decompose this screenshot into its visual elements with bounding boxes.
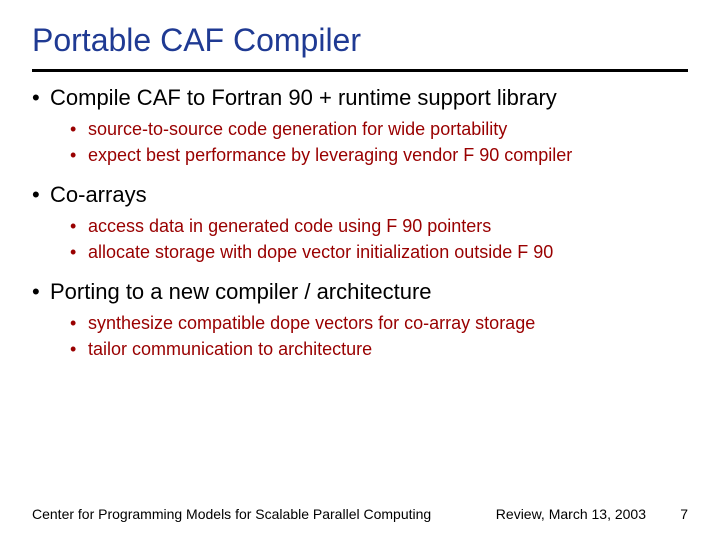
- footer-left-text: Center for Programming Models for Scalab…: [32, 506, 431, 522]
- slide: Portable CAF Compiler Compile CAF to For…: [0, 0, 720, 540]
- bullet-level2: tailor communication to architecture: [70, 337, 688, 361]
- footer-review-text: Review, March 13, 2003: [496, 506, 646, 522]
- bullet-level2: access data in generated code using F 90…: [70, 214, 688, 238]
- bullet-level2: allocate storage with dope vector initia…: [70, 240, 688, 264]
- slide-content: Compile CAF to Fortran 90 + runtime supp…: [0, 84, 720, 362]
- bullet-level1: Compile CAF to Fortran 90 + runtime supp…: [32, 84, 688, 113]
- title-divider: [32, 69, 688, 72]
- bullet-level2: expect best performance by leveraging ve…: [70, 143, 688, 167]
- page-number: 7: [674, 506, 688, 522]
- slide-title: Portable CAF Compiler: [0, 0, 720, 69]
- footer-right: Review, March 13, 2003 7: [496, 506, 688, 522]
- bullet-level2: source-to-source code generation for wid…: [70, 117, 688, 141]
- slide-footer: Center for Programming Models for Scalab…: [32, 506, 688, 522]
- bullet-level1: Co-arrays: [32, 181, 688, 210]
- bullet-level1: Porting to a new compiler / architecture: [32, 278, 688, 307]
- bullet-level2: synthesize compatible dope vectors for c…: [70, 311, 688, 335]
